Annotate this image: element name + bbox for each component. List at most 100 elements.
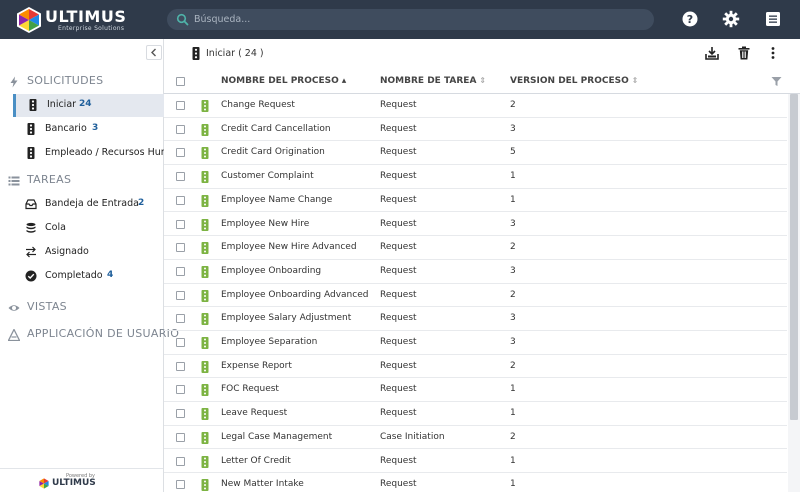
row-checkbox[interactable] <box>176 101 185 110</box>
row-checkbox[interactable] <box>176 338 185 347</box>
process-name[interactable]: Employee New Hire <box>221 219 309 229</box>
help-icon[interactable]: ? <box>681 10 699 28</box>
row-checkbox[interactable] <box>176 219 185 229</box>
table-row[interactable]: New Matter Intake Request 1 <box>164 473 787 492</box>
sidebar-item-completado[interactable]: Completado 4 <box>14 265 164 288</box>
task-name: Case Initiation <box>380 431 445 442</box>
row-checkbox[interactable] <box>176 409 185 419</box>
row-checkbox[interactable] <box>176 385 185 395</box>
traffic-light-icon <box>201 408 209 421</box>
gear-icon[interactable] <box>722 10 740 28</box>
table-row[interactable]: Employee Name Change Request 1 <box>164 189 787 213</box>
traffic-light-icon <box>201 218 209 231</box>
menu-panel-icon[interactable] <box>764 10 782 28</box>
table-row[interactable]: Legal Case Management Case Initiation 2 <box>164 426 787 450</box>
table-row[interactable]: Employee Salary Adjustment Request 3 <box>164 307 787 331</box>
row-checkbox[interactable] <box>176 266 185 276</box>
logo-hexagon-icon <box>17 7 41 33</box>
process-name[interactable]: Legal Case Management <box>221 432 332 442</box>
sidebar-item-empleado[interactable]: Empleado / Recursos Humanos <box>14 142 164 165</box>
table-row[interactable]: Employee Onboarding Request 3 <box>164 260 787 284</box>
process-name[interactable]: Employee Onboarding Advanced <box>221 290 368 300</box>
table-row[interactable]: Employee New Hire Request 3 <box>164 213 787 237</box>
process-name[interactable]: New Matter Intake <box>221 479 304 489</box>
table-row[interactable]: Employee New Hire Advanced Request 2 <box>164 236 787 260</box>
row-checkbox[interactable] <box>176 456 185 466</box>
brand-tagline: Enterprise Solutions <box>58 25 125 32</box>
trash-icon[interactable] <box>737 46 751 60</box>
sidebar-item-asignado[interactable]: Asignado <box>14 241 164 264</box>
table-row[interactable]: Customer Complaint Request 1 <box>164 165 787 189</box>
process-name[interactable]: Employee Onboarding <box>221 266 321 276</box>
traffic-light-icon <box>201 431 209 444</box>
search-input[interactable] <box>194 11 634 28</box>
more-vertical-icon[interactable] <box>766 46 780 60</box>
process-version: 3 <box>510 218 516 229</box>
task-name: Request <box>380 218 417 229</box>
process-name[interactable]: Credit Card Cancellation <box>221 124 331 134</box>
collapse-sidebar-button[interactable] <box>146 45 162 60</box>
column-header-task[interactable]: NOMBRE DE TAREA ⇕ <box>380 76 486 86</box>
row-checkbox[interactable] <box>176 124 185 134</box>
process-version: 3 <box>510 265 516 276</box>
task-name: Request <box>380 147 417 158</box>
scrollbar-thumb[interactable] <box>790 94 798 420</box>
traffic-light-icon <box>201 242 209 255</box>
row-checkbox[interactable] <box>176 148 185 158</box>
process-name[interactable]: Change Request <box>221 100 295 110</box>
table-row[interactable]: Leave Request Request 1 <box>164 402 787 426</box>
section-label: SOLICITUDES <box>27 74 104 87</box>
task-name: Request <box>380 171 417 182</box>
sidebar-item-bandeja[interactable]: Bandeja de Entrada 2 <box>14 193 164 216</box>
column-header-process[interactable]: NOMBRE DEL PROCESO ▴ <box>221 76 346 86</box>
process-name[interactable]: Leave Request <box>221 408 287 418</box>
process-name[interactable]: FOC Request <box>221 384 279 394</box>
table-row[interactable]: Credit Card Cancellation Request 3 <box>164 118 787 142</box>
process-name[interactable]: Letter Of Credit <box>221 456 291 466</box>
task-name: Request <box>380 337 417 347</box>
column-header-version[interactable]: VERSION DEL PROCESO ⇕ <box>510 76 638 86</box>
table-row[interactable]: Change Request Request 2 <box>164 94 787 118</box>
row-checkbox[interactable] <box>176 195 185 205</box>
row-checkbox[interactable] <box>176 314 185 324</box>
search-box[interactable] <box>167 9 654 30</box>
table-row[interactable]: Employee Separation Request 3 <box>164 331 787 355</box>
process-version: 1 <box>510 408 516 419</box>
task-name: Request <box>380 194 417 205</box>
count-badge: 24 <box>79 99 92 109</box>
sidebar-item-label: Bandeja de Entrada <box>45 198 139 209</box>
process-name[interactable]: Customer Complaint <box>221 171 314 181</box>
row-checkbox[interactable] <box>176 290 185 300</box>
row-checkbox[interactable] <box>176 480 185 490</box>
table-row[interactable]: Employee Onboarding Advanced Request 2 <box>164 284 787 308</box>
ultimus-logo[interactable]: ULTIMUS Enterprise Solutions <box>14 5 138 35</box>
section-label: VISTAS <box>27 300 67 313</box>
process-name[interactable]: Credit Card Origination <box>221 147 325 157</box>
sidebar: SOLICITUDES Iniciar 24 Bancario 3 Emplea… <box>0 39 179 492</box>
process-name[interactable]: Expense Report <box>221 361 292 371</box>
row-checkbox[interactable] <box>176 432 185 442</box>
process-version: 3 <box>510 313 516 324</box>
process-name[interactable]: Employee New Hire Advanced <box>221 242 357 252</box>
sidebar-item-iniciar[interactable]: Iniciar 24 <box>13 94 164 117</box>
sort-icon: ⇕ <box>631 76 639 85</box>
row-checkbox[interactable] <box>176 172 185 182</box>
table-row[interactable]: Credit Card Origination Request 5 <box>164 141 787 166</box>
table-row[interactable]: FOC Request Request 1 <box>164 378 787 403</box>
sidebar-item-cola[interactable]: Cola <box>14 217 164 240</box>
download-icon[interactable] <box>705 46 719 60</box>
process-name[interactable]: Employee Separation <box>221 337 317 347</box>
search-icon <box>176 13 189 26</box>
filter-icon[interactable] <box>771 76 782 87</box>
traffic-light-icon <box>201 171 209 184</box>
sidebar-item-bancario[interactable]: Bancario 3 <box>14 118 164 141</box>
row-checkbox[interactable] <box>176 243 185 253</box>
process-name[interactable]: Employee Salary Adjustment <box>221 313 351 323</box>
row-checkbox[interactable] <box>176 361 185 371</box>
scrollbar[interactable] <box>788 94 800 492</box>
check-circle-icon <box>25 270 37 282</box>
process-name[interactable]: Employee Name Change <box>221 195 332 205</box>
table-row[interactable]: Letter Of Credit Request 1 <box>164 450 787 474</box>
select-all-checkbox[interactable] <box>176 77 185 86</box>
table-row[interactable]: Expense Report Request 2 <box>164 355 787 379</box>
